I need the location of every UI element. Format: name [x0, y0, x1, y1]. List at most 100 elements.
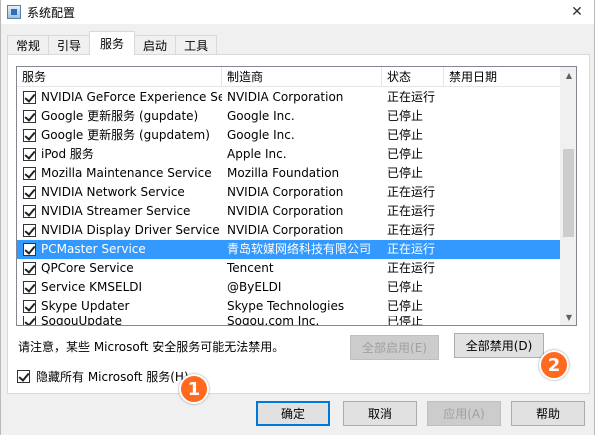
tab-tools[interactable]: 工具 — [175, 35, 218, 55]
service-name: iPod 服务 — [41, 147, 94, 161]
manufacturer-cell: Mozilla Foundation — [227, 166, 340, 180]
table-row[interactable]: SogouUpdate Sogou.com Inc. 已停止 — [17, 316, 562, 326]
table-row[interactable]: QPCore Service Tencent 正在运行 — [17, 259, 562, 278]
table-row[interactable]: NVIDIA Display Driver Service NVIDIA Corp… — [17, 221, 562, 240]
service-name-cell: SogouUpdate — [17, 316, 222, 325]
status-cell: 已停止 — [387, 299, 424, 313]
manufacturer-cell: Sogou.com Inc. — [227, 316, 320, 326]
manufacturer-cell: Google Inc. — [227, 128, 295, 142]
cancel-button[interactable]: 取消 — [343, 401, 417, 426]
status-cell: 已停止 — [387, 280, 424, 294]
callout-badge-2: 2 — [539, 350, 569, 380]
table-row[interactable]: Service KMSELDI @ByELDI 已停止 — [17, 278, 562, 297]
close-button[interactable]: ✕ — [560, 0, 594, 24]
column-header-service[interactable]: 服务 — [17, 67, 222, 87]
callout-badge-1: 1 — [179, 374, 209, 404]
tab-boot[interactable]: 引导 — [48, 35, 91, 55]
notice-text: 请注意，某些 Microsoft 安全服务可能无法禁用。 — [18, 340, 285, 354]
service-name-cell: NVIDIA GeForce Experience Service — [17, 88, 222, 107]
service-checkbox[interactable] — [23, 300, 36, 313]
table-row[interactable]: NVIDIA GeForce Experience Service NVIDIA … — [17, 88, 562, 107]
service-name: Service KMSELDI — [41, 280, 143, 294]
title-bar: 系统配置 ✕ — [1, 0, 594, 24]
status-cell: 已停止 — [387, 147, 424, 161]
msconfig-app-icon — [7, 5, 21, 19]
status-cell: 正在运行 — [387, 185, 436, 199]
service-checkbox[interactable] — [23, 205, 36, 218]
service-checkbox[interactable] — [23, 224, 36, 237]
manufacturer-cell: Skype Technologies — [227, 299, 345, 313]
manufacturer-cell: Google Inc. — [227, 109, 295, 123]
service-checkbox[interactable] — [23, 281, 36, 294]
service-checkbox[interactable] — [23, 110, 36, 123]
service-checkbox[interactable] — [23, 148, 36, 161]
scroll-down-icon[interactable]: ▼ — [561, 309, 576, 325]
tab-strip: 常规 引导 服务 启动 工具 — [7, 31, 218, 55]
column-header-date-disabled[interactable]: 禁用日期 — [444, 67, 562, 87]
service-name-cell: NVIDIA Display Driver Service — [17, 221, 222, 240]
service-checkbox[interactable] — [23, 262, 36, 275]
service-name: Mozilla Maintenance Service — [41, 166, 212, 180]
service-checkbox[interactable] — [23, 186, 36, 199]
list-header: 服务 制造商 状态 禁用日期 — [17, 67, 562, 87]
manufacturer-cell: Tencent — [227, 261, 274, 275]
manufacturer-cell: NVIDIA Corporation — [227, 90, 344, 104]
help-button[interactable]: 帮助 — [511, 401, 585, 426]
service-name: PCMaster Service — [41, 242, 146, 256]
table-row[interactable]: NVIDIA Streamer Service NVIDIA Corporatio… — [17, 202, 562, 221]
service-name-cell: iPod 服务 — [17, 145, 222, 164]
service-name-cell: Mozilla Maintenance Service — [17, 164, 222, 183]
disable-all-button[interactable]: 全部禁用(D) — [454, 333, 544, 358]
service-name-cell: Google 更新服务 (gupdate) — [17, 107, 222, 126]
scroll-up-icon[interactable]: ▲ — [561, 67, 576, 83]
tab-services[interactable]: 服务 — [89, 31, 136, 55]
service-name: Google 更新服务 (gupdatem) — [41, 128, 210, 142]
manufacturer-cell: NVIDIA Corporation — [227, 223, 344, 237]
status-cell: 已停止 — [387, 166, 424, 180]
hide-ms-services-checkbox[interactable] — [17, 370, 30, 383]
table-row[interactable]: PCMaster Service 青岛软媒网络科技有限公司 正在运行 — [17, 240, 562, 259]
scroll-thumb[interactable] — [563, 149, 574, 237]
manufacturer-cell: NVIDIA Corporation — [227, 204, 344, 218]
table-row[interactable]: NVIDIA Network Service NVIDIA Corporation… — [17, 183, 562, 202]
service-checkbox[interactable] — [23, 316, 36, 325]
tab-general[interactable]: 常规 — [7, 35, 50, 55]
ok-button[interactable]: 确定 — [256, 401, 330, 426]
service-name-cell: NVIDIA Network Service — [17, 183, 222, 202]
service-name-cell: QPCore Service — [17, 259, 222, 278]
manufacturer-cell: NVIDIA Corporation — [227, 185, 344, 199]
hide-ms-services-option[interactable]: 隐藏所有 Microsoft 服务(H) — [17, 368, 189, 385]
window-title: 系统配置 — [27, 5, 76, 20]
enable-all-button[interactable]: 全部启用(E) — [350, 335, 439, 360]
status-cell: 已停止 — [387, 128, 424, 142]
service-name: NVIDIA Streamer Service — [41, 204, 191, 218]
service-checkbox[interactable] — [23, 91, 36, 104]
service-name: NVIDIA Display Driver Service — [41, 223, 220, 237]
table-row[interactable]: iPod 服务 Apple Inc. 已停止 — [17, 145, 562, 164]
service-name-cell: PCMaster Service — [17, 240, 222, 259]
table-row[interactable]: Skype Updater Skype Technologies 已停止 — [17, 297, 562, 316]
system-config-window: 系统配置 ✕ 常规 引导 服务 启动 工具 服务 制造商 状态 禁用日期 NVI… — [0, 0, 595, 435]
services-list[interactable]: 服务 制造商 状态 禁用日期 NVIDIA GeForce Experience… — [16, 66, 577, 326]
service-checkbox[interactable] — [23, 167, 36, 180]
table-row[interactable]: Mozilla Maintenance Service Mozilla Found… — [17, 164, 562, 183]
apply-button[interactable]: 应用(A) — [427, 401, 501, 426]
status-cell: 已停止 — [387, 109, 424, 123]
service-name: NVIDIA GeForce Experience Service — [41, 90, 222, 104]
service-name: Google 更新服务 (gupdate) — [41, 109, 199, 123]
column-header-status[interactable]: 状态 — [382, 67, 444, 87]
manufacturer-cell: 青岛软媒网络科技有限公司 — [227, 242, 372, 256]
status-cell: 正在运行 — [387, 223, 436, 237]
service-name: NVIDIA Network Service — [41, 185, 185, 199]
list-body: NVIDIA GeForce Experience Service NVIDIA … — [17, 88, 562, 326]
tab-startup[interactable]: 启动 — [134, 35, 177, 55]
table-row[interactable]: Google 更新服务 (gupdate) Google Inc. 已停止 — [17, 107, 562, 126]
column-header-manufacturer[interactable]: 制造商 — [222, 67, 382, 87]
service-checkbox[interactable] — [23, 129, 36, 142]
manufacturer-cell: @ByELDI — [227, 280, 282, 294]
table-row[interactable]: Google 更新服务 (gupdatem) Google Inc. 已停止 — [17, 126, 562, 145]
service-name: QPCore Service — [41, 261, 134, 275]
service-checkbox[interactable] — [23, 243, 36, 256]
manufacturer-cell: Apple Inc. — [227, 147, 287, 161]
vertical-scrollbar[interactable]: ▲ ▼ — [560, 67, 576, 325]
